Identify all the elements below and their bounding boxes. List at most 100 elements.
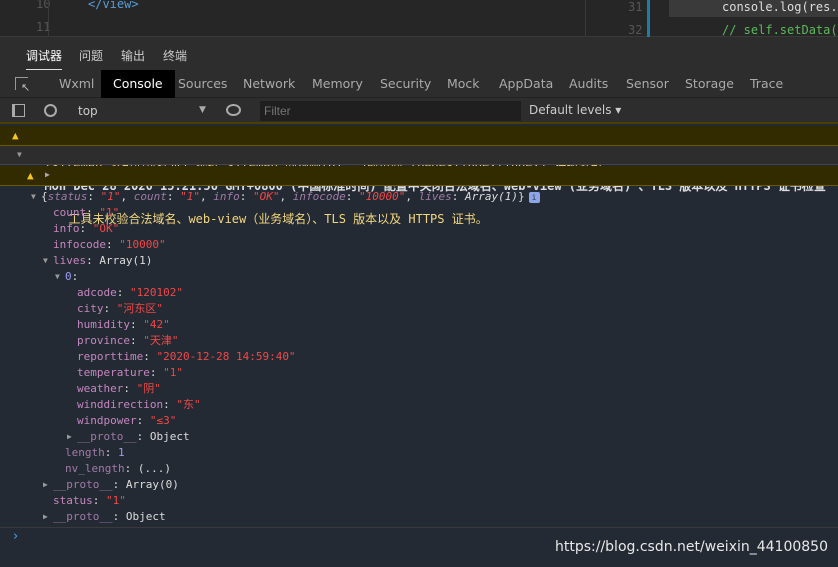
- collapsed-triangle-icon[interactable]: ▶: [43, 477, 48, 493]
- tree-row[interactable]: ▼ {status: "1", count: "1", info: "OK", i…: [31, 189, 540, 205]
- eye-icon[interactable]: [226, 104, 241, 116]
- tree-token: windpower: [77, 414, 137, 427]
- tree-token: :: [451, 190, 465, 203]
- tree-token: "2020-12-28 14:59:40": [156, 350, 296, 363]
- tab-console[interactable]: Console: [101, 70, 175, 98]
- tree-token: :: [92, 494, 106, 507]
- code-line: console.log(res.da: [722, 0, 838, 14]
- tree-token: "天津": [143, 334, 179, 347]
- context-select[interactable]: top: [78, 104, 98, 118]
- line-number: 31: [628, 0, 643, 14]
- tree-token: :: [123, 382, 137, 395]
- tree-token: 1: [118, 446, 125, 459]
- collapsed-triangle-icon[interactable]: ▶: [45, 167, 50, 183]
- panel-tab-output[interactable]: 输出: [121, 47, 145, 64]
- expand-triangle-icon[interactable]: ▼: [43, 253, 48, 269]
- tree-token: length: [65, 446, 105, 459]
- collapsed-triangle-icon[interactable]: ▶: [67, 429, 72, 445]
- tree-token: adcode: [77, 286, 117, 299]
- tree-token: __proto__: [53, 510, 113, 523]
- tree-row: winddirection: "东": [77, 397, 201, 413]
- tree-row: info: "OK": [53, 221, 119, 237]
- console-group[interactable]: ▼ Mon Dec 28 2020 15:21:56 GMT+0800 (中国标…: [0, 146, 838, 193]
- tree-row[interactable]: ▼ lives: Array(1): [43, 253, 153, 269]
- tree-token: lives: [53, 254, 87, 267]
- tree-token: :: [103, 302, 117, 315]
- panel-tab-problems[interactable]: 问题: [79, 47, 103, 64]
- log-levels-dropdown[interactable]: Default levels ▾: [529, 103, 621, 117]
- tree-row: adcode: "120102": [77, 285, 183, 301]
- panel-tab-debugger[interactable]: 调试器: [26, 47, 63, 70]
- tree-token: city: [77, 302, 104, 315]
- tree-token: "1": [99, 206, 120, 219]
- tree-token: :: [129, 318, 144, 331]
- tab-storage[interactable]: Storage: [685, 70, 734, 98]
- expand-triangle-icon[interactable]: ▼: [17, 147, 22, 163]
- tree-token: Array(1): [464, 190, 518, 203]
- tree-token: "东": [176, 398, 201, 411]
- tree-token: : (...): [124, 462, 171, 475]
- tab-sources[interactable]: Sources: [178, 70, 227, 98]
- tree-token: :: [87, 190, 101, 203]
- tab-appdata[interactable]: AppData: [499, 70, 553, 98]
- tree-token: "1": [106, 494, 126, 507]
- tree-token: count: [133, 190, 167, 203]
- tree-row: humidity: "42": [77, 317, 170, 333]
- tree-token: info: [213, 190, 240, 203]
- tab-mock[interactable]: Mock: [447, 70, 480, 98]
- tree-token: ,: [200, 190, 214, 203]
- tree-token: infocode: [53, 238, 106, 251]
- panel-tabs: 调试器 问题 输出 终端: [0, 37, 838, 70]
- info-icon[interactable]: i: [528, 192, 540, 203]
- tree-token: __proto__: [53, 478, 113, 491]
- tab-network[interactable]: Network: [243, 70, 295, 98]
- tree-token: ,: [279, 190, 293, 203]
- tree-row: status: "1": [53, 493, 126, 509]
- tree-token: "1": [163, 366, 183, 379]
- filter-input[interactable]: [260, 101, 521, 121]
- tree-row: city: "河东区": [77, 301, 163, 317]
- tree-row: length: 1: [65, 445, 125, 461]
- collapsed-triangle-icon[interactable]: ▶: [43, 509, 48, 525]
- tree-token: "OK": [92, 222, 120, 235]
- expand-triangle-icon[interactable]: ▼: [31, 189, 36, 205]
- tree-token: "河东区": [116, 302, 163, 315]
- tree-row: province: "天津": [77, 333, 178, 349]
- console-toolbar: top ▼ Default levels ▾: [0, 98, 838, 124]
- tree-token: lives: [418, 190, 452, 203]
- tree-token: winddirection: [77, 398, 164, 411]
- sidebar-toggle-icon[interactable]: [12, 104, 25, 117]
- tab-audits[interactable]: Audits: [569, 70, 608, 98]
- tree-token: : Array(1): [86, 254, 153, 267]
- tree-token: :: [79, 222, 93, 235]
- tree-row[interactable]: ▶ __proto__: Array(0): [43, 477, 179, 493]
- tree-row[interactable]: ▶ __proto__: Object: [67, 429, 190, 445]
- tab-trace[interactable]: Trace: [750, 70, 783, 98]
- tab-memory[interactable]: Memory: [312, 70, 363, 98]
- watermark: https://blog.csdn.net/weixin_44100850: [554, 539, 828, 555]
- tree-token: :: [105, 238, 120, 251]
- tab-sensor[interactable]: Sensor: [626, 70, 669, 98]
- chevron-down-icon[interactable]: ▼: [199, 105, 206, 115]
- tree-token: status: [47, 190, 88, 203]
- devtools-tabbar: ↖ Wxml Console Sources Network Memory Se…: [0, 70, 838, 98]
- expand-triangle-icon[interactable]: ▼: [55, 269, 60, 285]
- warning-icon: ▲: [27, 169, 34, 182]
- tree-token: 0: [65, 270, 72, 283]
- panel-tab-terminal[interactable]: 终端: [163, 47, 187, 64]
- tree-token: : Array(0): [112, 478, 179, 491]
- tree-token: status: [53, 494, 93, 507]
- tree-token: :: [143, 350, 157, 363]
- inspect-element-icon: ↖: [21, 81, 31, 94]
- tree-row[interactable]: ▶ __proto__: Object: [43, 509, 166, 525]
- tab-security[interactable]: Security: [380, 70, 431, 98]
- tree-row[interactable]: ▼ 0:: [55, 269, 78, 285]
- tree-token: "1": [180, 190, 200, 203]
- tab-wxml[interactable]: Wxml: [59, 70, 94, 98]
- clear-console-icon[interactable]: [44, 104, 57, 117]
- tree-row: infocode: "10000": [53, 237, 166, 253]
- warning-text: 工具未校验合法域名、web-view（业务域名）、TLS 版本以及 HTTPS …: [68, 212, 488, 226]
- tree-token: :: [136, 414, 150, 427]
- tree-token: "120102": [130, 286, 183, 299]
- tree-row: nv_length: (...): [65, 461, 171, 477]
